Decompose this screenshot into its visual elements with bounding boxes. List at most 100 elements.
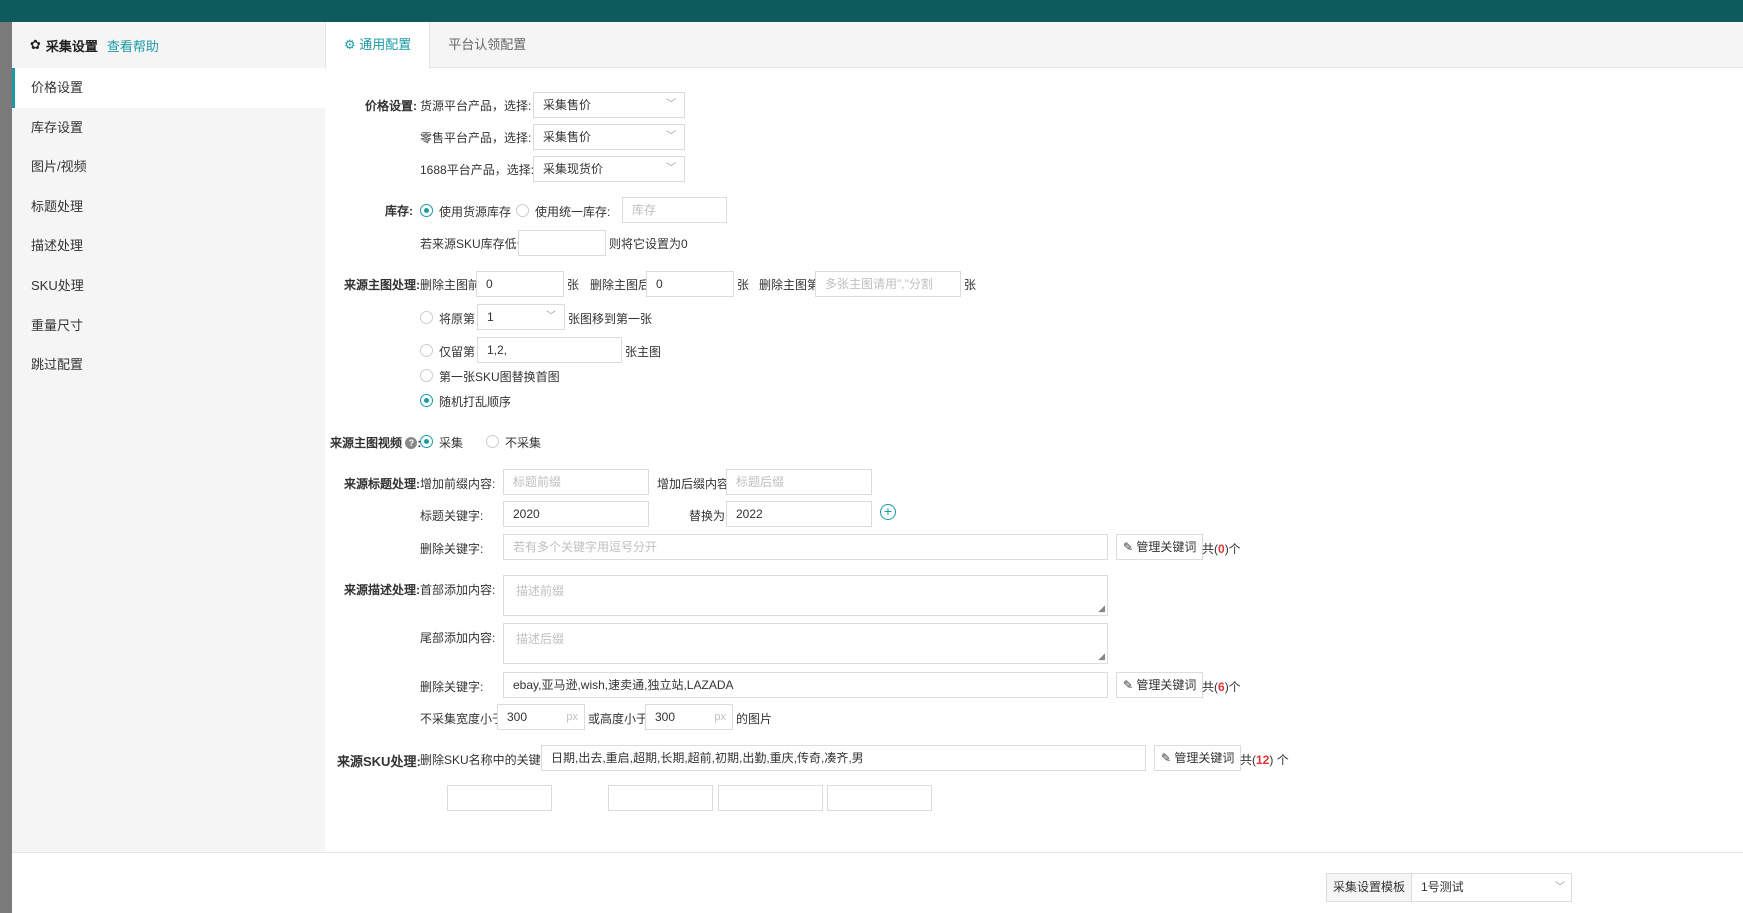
title-delete-label: 删除关键字: xyxy=(420,542,484,556)
sidebar-item-stock[interactable]: 库存设置 xyxy=(12,108,325,148)
price-retail-select[interactable]: 采集售价 ﹀ xyxy=(533,124,685,150)
title-suffix-input[interactable]: 标题后缀 xyxy=(726,469,872,495)
title-prefix-input[interactable]: 标题前缀 xyxy=(503,469,649,495)
sidebar-item-sku[interactable]: SKU处理 xyxy=(12,266,325,306)
tab-platform-claim[interactable]: 平台认领配置 xyxy=(430,22,544,67)
min-height-unit: px xyxy=(714,711,726,723)
main-video-section-label: 来源主图视频 ?: xyxy=(330,434,421,451)
desc-head-textarea[interactable]: 描述前缀 ◢ xyxy=(503,575,1108,616)
del-nth-unit: 张 xyxy=(964,278,977,292)
desc-tail-placeholder: 描述后缀 xyxy=(516,632,565,646)
sidebar-item-weight-size[interactable]: 重量尺寸 xyxy=(12,306,325,346)
title-keyword-count: 共(0)个 xyxy=(1202,540,1241,557)
sku-keyword-count: 共(12) 个 xyxy=(1240,751,1289,768)
title-replace-input[interactable]: 2022 xyxy=(726,501,872,527)
tab-general[interactable]: ⚙ 通用配置 xyxy=(325,22,431,69)
sku-manage-keywords-button[interactable]: ✎ 管理关键词 xyxy=(1154,745,1242,771)
sidebar-header: ✿ 采集设置 查看帮助 xyxy=(12,22,325,68)
title-count-suffix: )个 xyxy=(1224,542,1241,556)
title-keyword-input[interactable]: 2020 xyxy=(503,501,649,527)
min-height-input[interactable]: 300 px xyxy=(645,704,733,730)
min-width-value: 300 xyxy=(507,710,528,724)
move-first-radio[interactable] xyxy=(420,311,433,324)
stock-source-label: 使用货源库存 xyxy=(439,205,512,219)
video-collect-radio[interactable] xyxy=(420,435,433,448)
title-prefix-label: 增加前缀内容: xyxy=(420,477,496,491)
move-index-value: 1 xyxy=(487,310,494,324)
title-manage-keywords-button[interactable]: ✎ 管理关键词 xyxy=(1116,534,1204,560)
shuffle-radio[interactable] xyxy=(420,394,433,407)
sku-next-input-4[interactable] xyxy=(827,785,932,811)
image-suffix: 的图片 xyxy=(736,712,773,726)
video-no-collect-label: 不采集 xyxy=(505,436,542,450)
del-front-input[interactable]: 0 xyxy=(476,271,564,297)
edit-icon: ✎ xyxy=(1123,678,1134,692)
min-width-unit: px xyxy=(566,711,578,723)
video-no-collect-radio[interactable] xyxy=(486,435,499,448)
first-sku-radio[interactable] xyxy=(420,369,433,382)
move-index-select[interactable]: 1 ﹀ xyxy=(477,304,565,330)
del-front-label: 删除主图前 xyxy=(420,278,481,292)
del-nth-input[interactable]: 多张主图请用","分割 xyxy=(815,271,961,297)
chevron-down-icon: ﹀ xyxy=(546,311,556,322)
video-collect-label: 采集 xyxy=(439,436,464,450)
keep-only-input[interactable]: 1,2, xyxy=(477,337,622,363)
resize-grip-icon[interactable]: ◢ xyxy=(1098,651,1105,662)
price-1688-value: 采集现货价 xyxy=(543,162,604,176)
template-select[interactable]: 1号测试 ﹀ xyxy=(1412,873,1572,902)
sku-delete-input[interactable]: 日期,出去,重启,超期,长期,超前,初期,出勤,重庆,传奇,凑齐,男 xyxy=(541,745,1146,771)
stock-source-radio[interactable] xyxy=(420,204,433,217)
sidebar-item-image-video[interactable]: 图片/视频 xyxy=(12,147,325,187)
move-prefix: 将原第 xyxy=(439,312,476,326)
del-back-input[interactable]: 0 xyxy=(646,271,734,297)
sku-count-suffix: ) 个 xyxy=(1269,753,1289,767)
desc-head-label: 首部添加内容: xyxy=(420,583,496,597)
sidebar-item-skip[interactable]: 跳过配置 xyxy=(12,345,325,385)
del-back-unit: 张 xyxy=(737,278,750,292)
desc-manage-keywords-button[interactable]: ✎ 管理关键词 xyxy=(1116,672,1204,698)
sidebar-title: 采集设置 xyxy=(45,38,98,54)
sidebar-item-price[interactable]: 价格设置 xyxy=(12,68,325,108)
sku-manage-label: 管理关键词 xyxy=(1174,751,1235,765)
keep-only-radio[interactable] xyxy=(420,344,433,357)
desc-manage-label: 管理关键词 xyxy=(1136,678,1197,692)
desc-tail-textarea[interactable]: 描述后缀 ◢ xyxy=(503,623,1108,664)
stock-low-input[interactable] xyxy=(518,230,606,256)
sidebar-item-title[interactable]: 标题处理 xyxy=(12,187,325,227)
tab-general-label: 通用配置 xyxy=(359,37,412,52)
gear-icon: ✿ xyxy=(30,37,41,52)
shuffle-label: 随机打乱顺序 xyxy=(439,395,512,409)
sku-count-prefix: 共( xyxy=(1240,753,1256,767)
resize-grip-icon[interactable]: ◢ xyxy=(1098,603,1105,614)
move-suffix: 张图移到第一张 xyxy=(568,312,653,326)
price-source-select[interactable]: 采集售价 ﹀ xyxy=(533,92,685,118)
stock-low-suffix: 则将它设置为0 xyxy=(609,237,688,251)
sku-next-input-3[interactable] xyxy=(718,785,823,811)
price-1688-select[interactable]: 采集现货价 ﹀ xyxy=(533,156,685,182)
add-keyword-icon[interactable]: + xyxy=(880,504,896,520)
modal-footer: 采集设置模板 1号测试 ﹀ xyxy=(12,852,1743,913)
desc-tail-label: 尾部添加内容: xyxy=(420,631,496,645)
del-back-label: 删除主图后 xyxy=(590,278,651,292)
help-link[interactable]: 查看帮助 xyxy=(107,36,159,55)
sidebar-item-description[interactable]: 描述处理 xyxy=(12,226,325,266)
stock-unified-input[interactable]: 库存 xyxy=(622,197,727,223)
price-1688-label: 1688平台产品，选择: xyxy=(420,163,535,177)
title-delete-input[interactable]: 若有多个关键字用逗号分开 xyxy=(503,534,1108,560)
min-width-input[interactable]: 300 px xyxy=(497,704,585,730)
edit-icon: ✎ xyxy=(1123,540,1134,554)
price-retail-value: 采集售价 xyxy=(543,130,592,144)
chevron-down-icon: ﹀ xyxy=(666,131,676,142)
desc-section-label: 来源描述处理: xyxy=(344,583,420,597)
sku-section-label: 来源SKU处理: xyxy=(337,754,421,769)
general-settings-form: 价格设置: 货源平台产品，选择: 采集售价 ﹀ 零售平台产品，选择: 采集售价 ﹀ … xyxy=(325,68,1743,852)
title-keyword-label: 标题关键字: xyxy=(420,509,484,523)
sku-next-input-1[interactable] xyxy=(447,785,552,811)
background-app-edge xyxy=(0,22,12,913)
help-icon[interactable]: ? xyxy=(405,437,418,449)
sku-next-input-2[interactable] xyxy=(608,785,713,811)
desc-delete-input[interactable]: ebay,亚马逊,wish,速卖通,独立站,LAZADA xyxy=(503,672,1108,698)
stock-unified-radio[interactable] xyxy=(516,204,529,217)
desc-count-suffix: )个 xyxy=(1224,680,1241,694)
sku-count-value: 12 xyxy=(1256,753,1270,767)
